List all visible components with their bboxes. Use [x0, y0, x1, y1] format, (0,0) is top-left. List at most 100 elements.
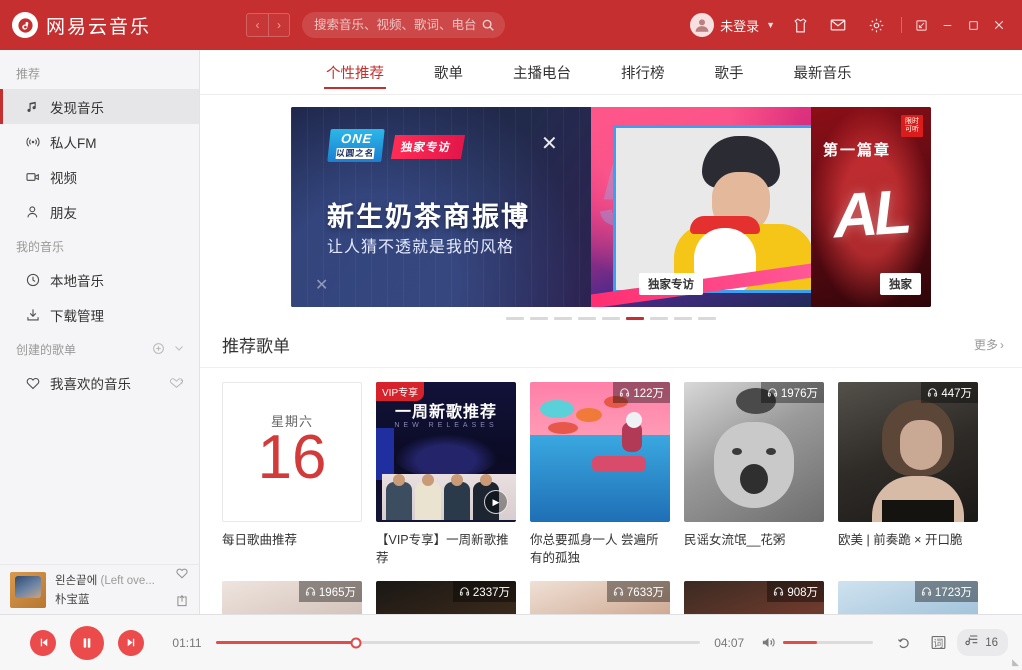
nav-forward-button[interactable]: › [268, 13, 291, 37]
playlist-cover[interactable]: 1965万 [222, 581, 362, 614]
playlist-cover[interactable]: 7633万 [530, 581, 670, 614]
playlist-card[interactable]: 447万 欧美 | 前奏跪 × 开口脆 [838, 382, 978, 567]
carousel-dot[interactable] [698, 317, 716, 320]
next-icon[interactable] [118, 629, 144, 656]
cover-figure [386, 474, 412, 520]
carousel-dot[interactable] [602, 317, 620, 320]
collapse-group-icon[interactable] [173, 342, 185, 357]
mail-icon[interactable] [819, 0, 857, 50]
playlist-card-title: 欧美 | 前奏跪 × 开口脆 [838, 533, 963, 547]
playlist-card[interactable]: 122万 你总要孤身一人 尝遍所有的孤独 [530, 382, 670, 567]
sidebar-group-title-my-music: 我的音乐 [0, 229, 199, 262]
gear-icon[interactable] [857, 0, 895, 50]
sidebar-item-video[interactable]: 视频 [0, 159, 199, 194]
playlist-button[interactable]: 16 [957, 629, 1008, 656]
sidebar-item-label: 本地音乐 [50, 273, 104, 289]
carousel-dot-active[interactable] [626, 317, 644, 320]
close-icon[interactable] [986, 0, 1012, 50]
restore-down-icon[interactable] [908, 0, 934, 50]
playlist-cover[interactable]: 908万 [684, 581, 824, 614]
minimize-icon[interactable] [934, 0, 960, 50]
chevron-right-icon: › [1000, 337, 1004, 352]
playlist-card[interactable]: 908万 [684, 581, 824, 614]
playlist-cover[interactable]: 1723万 [838, 581, 978, 614]
carousel-dot[interactable] [530, 317, 548, 320]
resize-grip[interactable]: ◣ [1012, 657, 1019, 668]
banner-right-artwork-text: AL [830, 177, 910, 252]
sidebar-item-downloads[interactable]: 下载管理 [0, 297, 199, 332]
daily-recommend-calendar[interactable]: 星期六 16 [222, 382, 362, 522]
maximize-icon[interactable] [960, 0, 986, 50]
tab-radio[interactable]: 主播电台 [499, 50, 585, 95]
playlist-card[interactable]: 星期六 16 每日歌曲推荐 [222, 382, 362, 567]
play-count-value: 2337万 [472, 586, 510, 599]
add-playlist-icon[interactable] [152, 342, 165, 358]
user-menu[interactable]: 未登录 ▼ [684, 13, 781, 37]
now-playing-panel[interactable]: 왼손끝에 (Left ove... 朴宝蓝 [0, 564, 200, 614]
search-box[interactable] [302, 12, 506, 38]
volume-slider[interactable] [783, 641, 874, 644]
tab-new-music[interactable]: 最新音乐 [780, 50, 866, 95]
repeat-icon[interactable] [887, 615, 921, 670]
playlist-cover[interactable]: 一周新歌推荐 NEW RELEASES VIP专享 ▶ [376, 382, 516, 522]
play-count-value: 7633万 [626, 586, 664, 599]
playlist-grid-row2: 1965万 2337万 7633万 908万 1723万 [200, 567, 1022, 614]
playlist-cover[interactable]: 447万 [838, 382, 978, 522]
speaker-icon[interactable] [760, 634, 777, 651]
sidebar-item-friends[interactable]: 朋友 [0, 194, 199, 229]
banner-right-art[interactable]: 限时 可听 第一篇章 AL 独家 [811, 107, 931, 307]
banner-logo-tag: 独家专访 [390, 135, 466, 159]
play-button[interactable]: ▶ [484, 490, 508, 514]
gift-icon[interactable] [781, 0, 819, 50]
chevron-down-icon[interactable]: ▼ [766, 20, 775, 30]
pause-icon[interactable] [70, 625, 104, 660]
heart-sync-icon[interactable] [168, 376, 185, 390]
app-window: 网易云音乐 ‹ › 未登录 ▼ [0, 0, 1022, 670]
progress-slider[interactable] [216, 637, 701, 648]
sidebar-scroll[interactable]: 推荐 发现音乐 私人FM 视频 朋友 我的音乐 本地音乐 下载管理 创建的歌单 … [0, 50, 199, 614]
tab-charts[interactable]: 排行榜 [607, 50, 679, 95]
content-scroll[interactable]: ONE 以圆之名 独家专访 新生奶茶商振博 让人猜不透就是我的风格 ✕ ✕ 独家… [200, 95, 1022, 614]
playlist-card[interactable]: 1976万 民谣女流氓__花粥 [684, 382, 824, 567]
carousel-dot[interactable] [650, 317, 668, 320]
previous-icon[interactable] [30, 629, 56, 656]
playlist-card[interactable]: 2337万 [376, 581, 516, 614]
progress-knob[interactable] [350, 637, 362, 648]
share-icon[interactable] [175, 594, 189, 613]
sidebar-item-private-fm[interactable]: 私人FM [0, 124, 199, 159]
tab-playlists[interactable]: 歌单 [420, 50, 477, 95]
carousel-dot[interactable] [506, 317, 524, 320]
playlist-card[interactable]: 1965万 [222, 581, 362, 614]
tab-personalized[interactable]: 个性推荐 [312, 50, 398, 95]
now-playing-cover[interactable] [10, 571, 46, 608]
lyrics-icon[interactable]: 词 [921, 615, 955, 670]
carousel-dot[interactable] [578, 317, 596, 320]
sidebar-item-discover[interactable]: 发现音乐 [0, 89, 199, 124]
nav-back-button[interactable]: ‹ [246, 13, 269, 37]
banner-badge-left: 独家专访 [639, 273, 703, 295]
close-icon[interactable]: ✕ [541, 131, 558, 156]
close-icon[interactable]: ✕ [315, 275, 328, 295]
sidebar-group-label: 我的音乐 [16, 240, 65, 254]
more-link[interactable]: 更多 › [974, 336, 1004, 353]
carousel-dot[interactable] [674, 317, 692, 320]
search-input[interactable] [314, 18, 482, 32]
volume-fill [783, 641, 818, 644]
sidebar-group-label: 创建的歌单 [16, 343, 77, 357]
headphone-icon [613, 587, 623, 596]
sidebar-item-local-music[interactable]: 本地音乐 [0, 262, 199, 297]
playlist-cover[interactable]: 1976万 [684, 382, 824, 522]
playlist-card[interactable]: 1723万 [838, 581, 978, 614]
sidebar-item-favorites[interactable]: 我喜欢的音乐 [0, 365, 199, 400]
playlist-cover[interactable]: 122万 [530, 382, 670, 522]
search-icon[interactable] [481, 18, 495, 32]
playlist-grid-row1: 星期六 16 每日歌曲推荐 一周新歌推荐 NEW RELEASES VIP专享 … [200, 368, 1022, 567]
heart-outline-icon[interactable] [175, 566, 189, 585]
banner-slide[interactable]: ONE 以圆之名 独家专访 新生奶茶商振博 让人猜不透就是我的风格 ✕ ✕ 独家… [291, 107, 931, 307]
playlist-card[interactable]: 一周新歌推荐 NEW RELEASES VIP专享 ▶ 【VIP专享】一周新歌推… [376, 382, 516, 567]
playlist-card[interactable]: 7633万 [530, 581, 670, 614]
playlist-cover[interactable]: 2337万 [376, 581, 516, 614]
tab-artists[interactable]: 歌手 [701, 50, 758, 95]
playlist-icon [964, 632, 980, 653]
carousel-dot[interactable] [554, 317, 572, 320]
